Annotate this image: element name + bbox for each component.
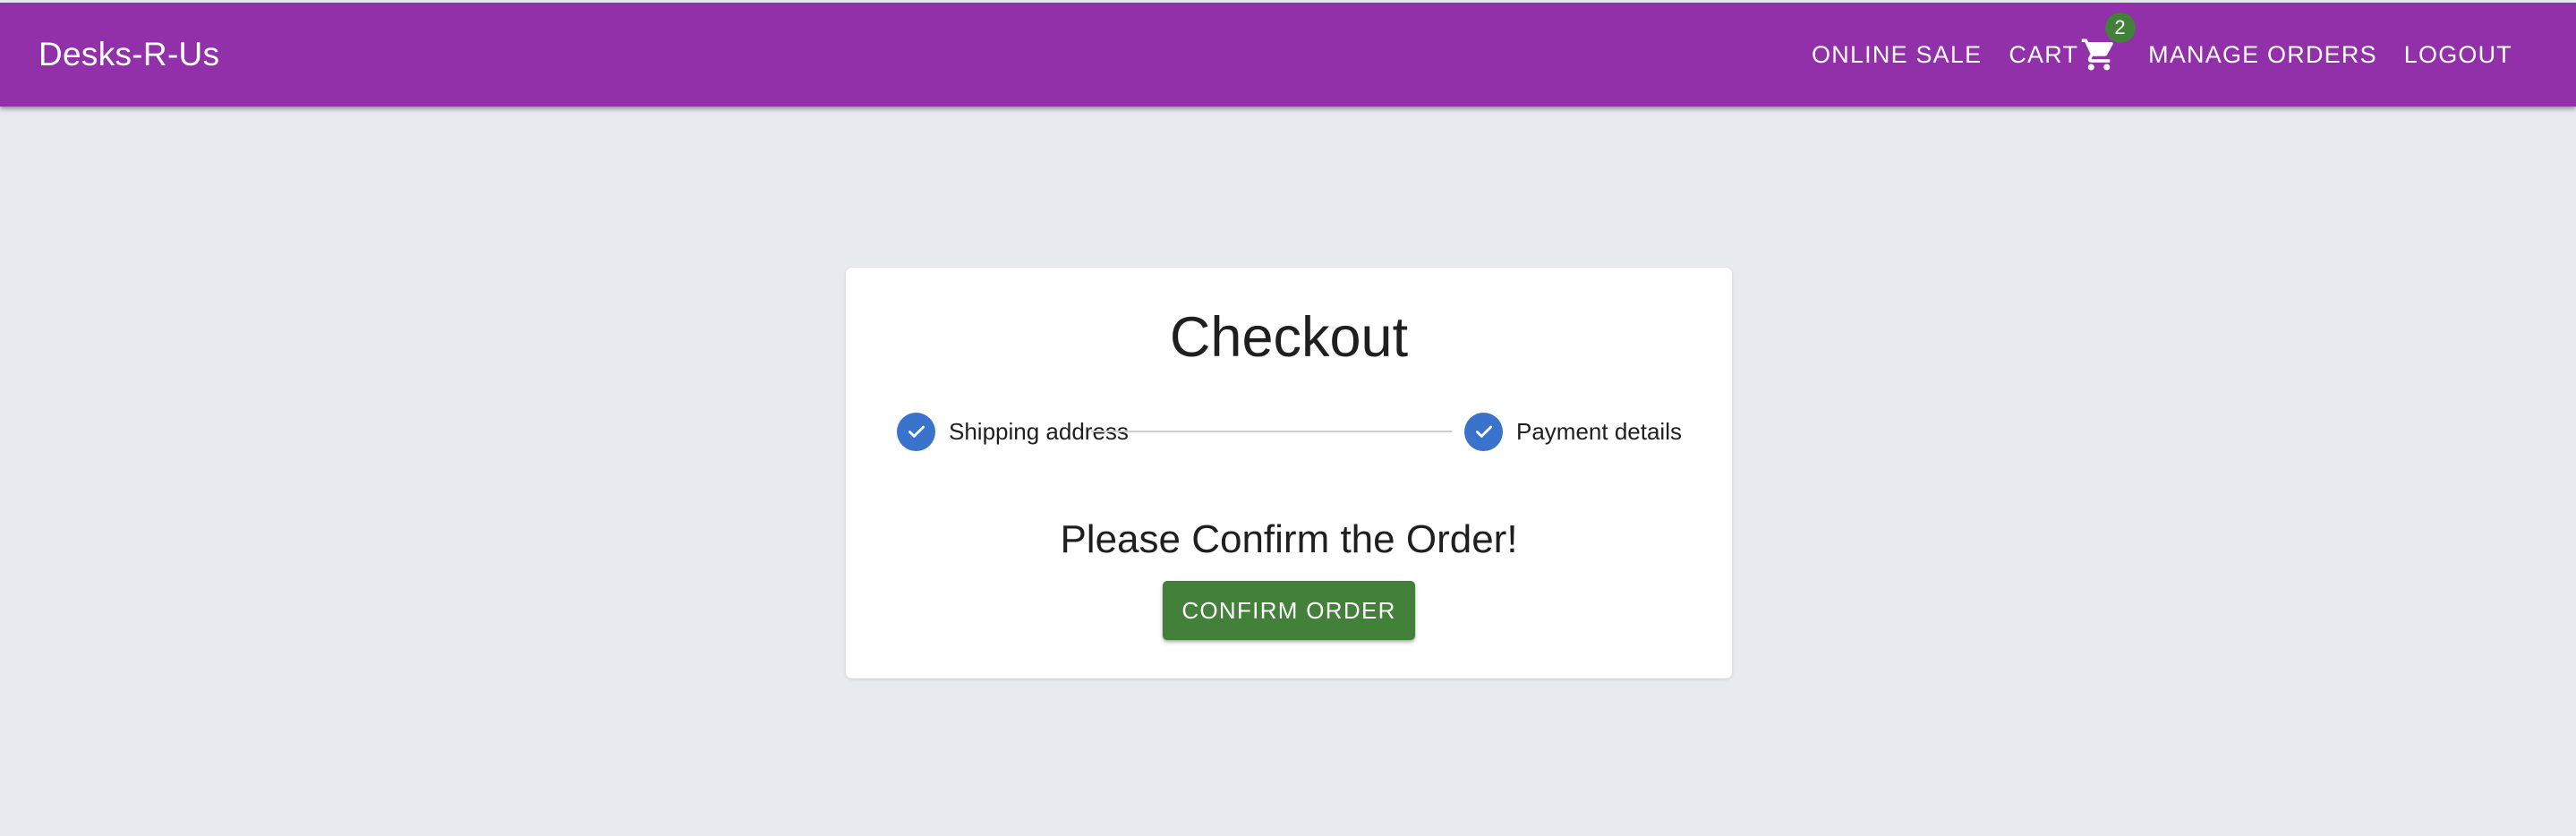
main-nav: ONLINE SALE CART 2 MANAGE ORDERS LOGOUT xyxy=(1798,3,2526,107)
step-label: Payment details xyxy=(1516,417,1682,445)
checkout-stepper: Shipping address Payment details xyxy=(897,412,1684,451)
page-title: Checkout xyxy=(1169,306,1409,369)
check-icon xyxy=(1475,425,1492,438)
manage-orders-link[interactable]: MANAGE ORDERS xyxy=(2135,3,2391,107)
step-complete-indicator xyxy=(897,412,935,451)
online-sale-link[interactable]: ONLINE SALE xyxy=(1798,3,1995,107)
cart-label: CART xyxy=(2009,40,2079,68)
shopping-cart-icon xyxy=(2081,38,2113,71)
app-root: Desks-R-Us ONLINE SALE CART 2 MANAGE ORD… xyxy=(0,0,2576,836)
step-connector xyxy=(1091,431,1452,432)
logout-button[interactable]: LOGOUT xyxy=(2391,3,2526,107)
top-app-bar: Desks-R-Us ONLINE SALE CART 2 MANAGE ORD… xyxy=(0,3,2576,107)
cart-count-badge: 2 xyxy=(2105,13,2137,43)
check-icon xyxy=(908,425,925,438)
cart-icon-wrapper: 2 xyxy=(2080,13,2137,73)
brand-title[interactable]: Desks-R-Us xyxy=(38,3,219,107)
checkout-card: Checkout Shipping address Payment detail… xyxy=(846,268,1732,678)
step-payment-details: Payment details xyxy=(1464,412,1682,451)
step-complete-indicator xyxy=(1464,412,1503,451)
confirm-order-button[interactable]: CONFIRM ORDER xyxy=(1163,581,1415,640)
cart-button[interactable]: CART 2 xyxy=(1995,3,2137,107)
confirm-heading: Please Confirm the Order! xyxy=(1060,517,1518,561)
